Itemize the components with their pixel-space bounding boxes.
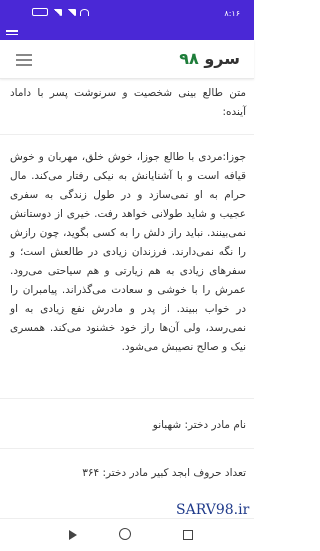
battery-icon (32, 8, 48, 16)
mother-name: نام مادر دختر: شهبانو (152, 419, 246, 431)
system-nav-bar (0, 518, 254, 551)
divider (0, 448, 254, 449)
app-top-bar (0, 28, 254, 40)
divider (0, 398, 254, 399)
wifi-icon (80, 8, 89, 16)
signal-icon (66, 8, 76, 16)
hamburger-icon[interactable] (16, 54, 32, 66)
watermark: SARV98.ir (176, 502, 250, 518)
site-header: سرو ۹۸ (0, 40, 254, 79)
abjad-count: تعداد حروف ابجد کبیر مادر دختر: ۳۶۴ (82, 467, 246, 479)
home-icon[interactable] (119, 528, 131, 540)
back-icon[interactable] (69, 530, 77, 540)
status-bar: ۸:۱۶ (0, 0, 254, 28)
status-time: ۸:۱۶ (224, 9, 240, 18)
article-content: متن طالع بینی شخصیت و سرنوشت پسر با داما… (0, 78, 254, 518)
recent-apps-icon[interactable] (183, 530, 193, 540)
main-paragraph: جوزا:مردی با طالع جوزا، خوش خلق، مهربان … (10, 151, 246, 353)
divider (0, 134, 254, 135)
logo-number: ۹۸ (179, 49, 199, 68)
site-logo[interactable]: سرو ۹۸ (179, 49, 240, 68)
status-icons (32, 8, 89, 16)
logo-text: سرو (204, 49, 240, 68)
signal-icon (52, 8, 62, 16)
intro-text: متن طالع بینی شخصیت و سرنوشت پسر با داما… (10, 87, 246, 118)
menu-icon[interactable] (6, 30, 18, 38)
